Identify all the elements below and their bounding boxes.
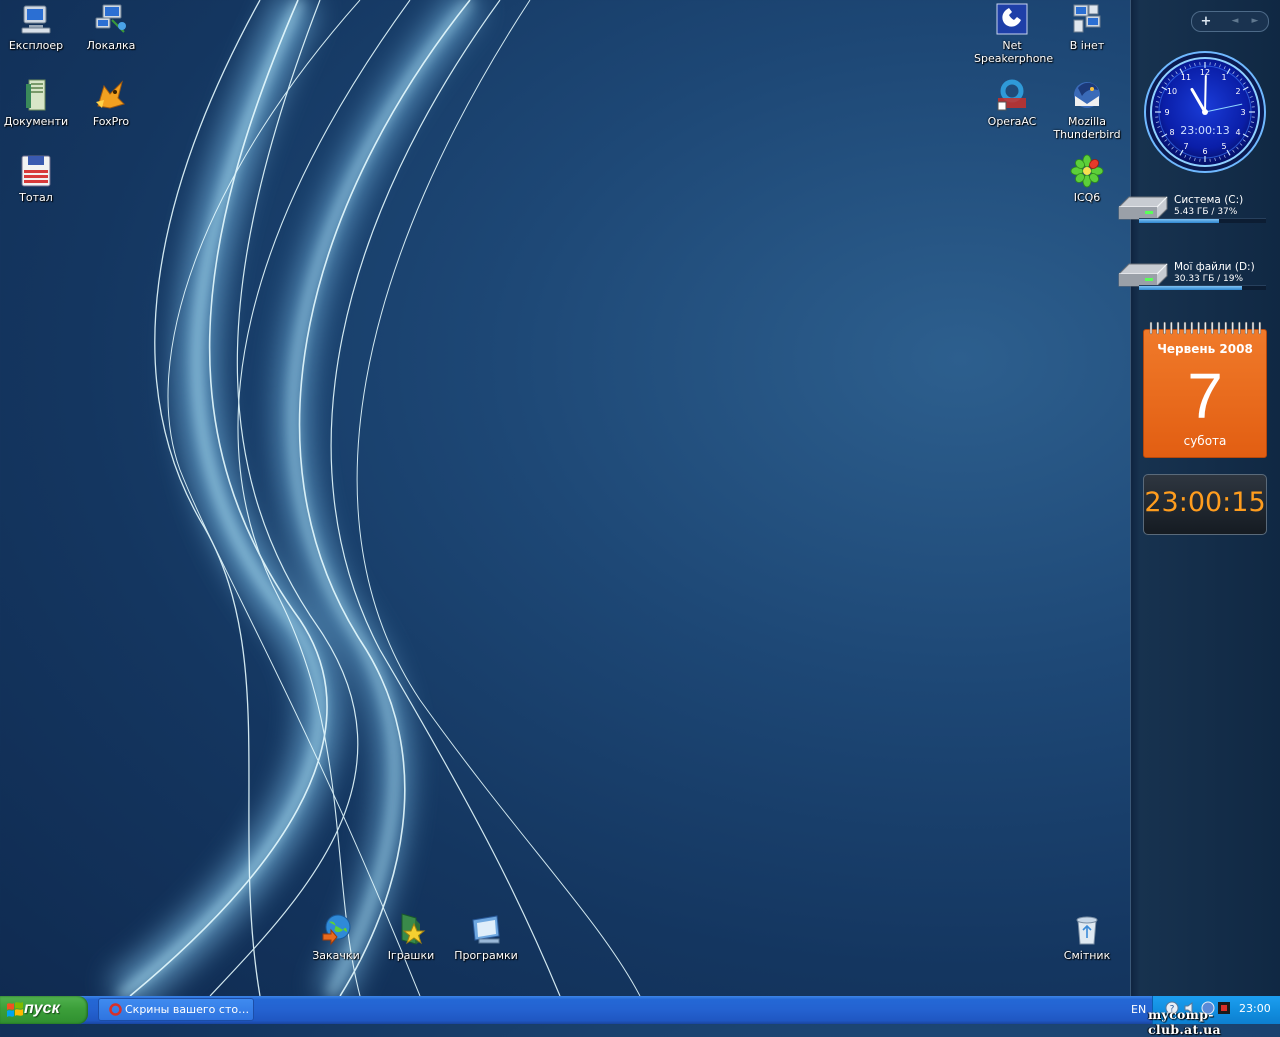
network-places-icon xyxy=(94,2,128,36)
svg-text:10: 10 xyxy=(1167,87,1177,96)
foxpro-icon xyxy=(94,78,128,112)
icon-label: ICQ6 xyxy=(1049,191,1125,204)
clock-digital-readout: 23:00:13 xyxy=(1143,124,1267,137)
icon-label: В інет xyxy=(1049,39,1125,52)
programs-icon xyxy=(469,912,503,946)
desktop-icon-documents[interactable]: Документи xyxy=(0,78,74,128)
icon-label: Локалка xyxy=(73,39,149,52)
calendar-month-year: Червень 2008 xyxy=(1144,342,1266,356)
svg-text:6: 6 xyxy=(1202,147,1207,156)
svg-text:7: 7 xyxy=(1183,142,1188,151)
desktop-icon-programs[interactable]: Програмки xyxy=(448,912,524,962)
icon-label: Іграшки xyxy=(373,949,449,962)
phone-icon xyxy=(995,2,1029,36)
desktop-icon-operaac[interactable]: OperaAC xyxy=(974,78,1050,128)
icon-label: Документи xyxy=(0,115,74,128)
games-folder-icon xyxy=(394,912,428,946)
icon-label: OperaAC xyxy=(974,115,1050,128)
digital-clock-gadget[interactable]: 23:00:15 xyxy=(1143,474,1267,535)
icon-label: Експлоер xyxy=(0,39,74,52)
svg-text:9: 9 xyxy=(1164,108,1169,117)
previous-gadgets-button[interactable]: ◄ xyxy=(1226,12,1244,31)
taskbar-window-button[interactable]: Скрины вашего сто… xyxy=(98,998,254,1021)
minute-hand xyxy=(1205,76,1206,112)
wallpaper xyxy=(0,0,1130,996)
icon-label: Net Speakerphone xyxy=(974,39,1050,65)
opera-icon xyxy=(995,78,1029,112)
calendar-gadget[interactable]: Червень 2008 7 субота xyxy=(1143,321,1267,458)
my-computer-icon xyxy=(19,2,53,36)
sidebar-controls: + ◄ ► xyxy=(1191,11,1269,32)
svg-text:11: 11 xyxy=(1181,73,1191,82)
desktop-icon-total[interactable]: Тотал xyxy=(0,154,74,204)
drive-usage-bar xyxy=(1139,218,1266,223)
desktop-icon-icq6[interactable]: ICQ6 xyxy=(1049,154,1125,204)
add-gadget-button[interactable]: + xyxy=(1192,12,1220,31)
icon-label: Тотал xyxy=(0,191,74,204)
calendar-binder-rings xyxy=(1147,321,1263,335)
hard-drive-icon xyxy=(1115,260,1169,288)
svg-text:2: 2 xyxy=(1235,87,1240,96)
drive-usage-fill xyxy=(1139,219,1219,223)
drive-name: Мої файли (D:) xyxy=(1174,261,1255,273)
opera-icon xyxy=(109,1003,122,1016)
desktop-icon-thunderbird[interactable]: Mozilla Thunderbird xyxy=(1049,78,1125,141)
svg-text:1: 1 xyxy=(1221,73,1226,82)
language-indicator[interactable]: EN xyxy=(1131,1003,1146,1016)
desktop-icon-net-speakerphone[interactable]: Net Speakerphone xyxy=(974,2,1050,65)
desktop-icon-internet[interactable]: В інет xyxy=(1049,2,1125,52)
drive-usage: 5.43 ГБ / 37% xyxy=(1174,207,1237,217)
hard-drive-icon xyxy=(1115,193,1169,221)
recycle-bin-icon xyxy=(1070,912,1104,946)
calendar-weekday: субота xyxy=(1144,434,1266,448)
analog-clock-face: 1212 345 678 91011 xyxy=(1143,50,1267,174)
internet-connection-icon xyxy=(1070,2,1104,36)
taskbar: пуск Скрины вашего сто… ? 23:00 xyxy=(0,996,1280,1024)
site-watermark: mycomp-club.at.ua xyxy=(1148,1007,1280,1037)
taskbar-window-title: Скрины вашего сто… xyxy=(125,1003,251,1016)
next-gadgets-button[interactable]: ► xyxy=(1246,12,1264,31)
desktop-icon-games[interactable]: Іграшки xyxy=(373,912,449,962)
icq-flower-icon xyxy=(1070,154,1104,188)
windows-logo-icon xyxy=(6,1001,24,1019)
svg-text:3: 3 xyxy=(1240,108,1245,117)
icon-label: Програмки xyxy=(448,949,524,962)
start-button[interactable]: пуск xyxy=(0,996,88,1024)
thunderbird-icon xyxy=(1070,78,1104,112)
floppy-disk-icon xyxy=(19,154,53,188)
icon-label: Смітник xyxy=(1049,949,1125,962)
icon-label: FoxPro xyxy=(73,115,149,128)
drive-gadget-c[interactable]: Система (C:) 5.43 ГБ / 37% xyxy=(1115,191,1268,233)
desktop-icon-explorer[interactable]: Експлоер xyxy=(0,2,74,52)
clock-gadget[interactable]: 1212 345 678 91011 23:00:13 xyxy=(1143,50,1267,174)
desktop-icon-foxpro[interactable]: FoxPro xyxy=(73,78,149,128)
desktop-icon-local-network[interactable]: Локалка xyxy=(73,2,149,52)
icon-label: Mozilla Thunderbird xyxy=(1049,115,1125,141)
drive-usage: 30.33 ГБ / 19% xyxy=(1174,274,1243,284)
svg-text:5: 5 xyxy=(1221,142,1226,151)
drive-gadget-d[interactable]: Мої файли (D:) 30.33 ГБ / 19% xyxy=(1115,258,1268,300)
drive-usage-bar xyxy=(1139,285,1266,290)
drive-name: Система (C:) xyxy=(1174,194,1243,206)
calendar-page: Червень 2008 7 субота xyxy=(1143,329,1267,458)
downloads-globe-icon xyxy=(319,912,353,946)
start-label: пуск xyxy=(24,1000,60,1018)
calendar-day-number: 7 xyxy=(1144,358,1266,434)
documents-icon xyxy=(19,78,53,112)
icon-label: Закачки xyxy=(298,949,374,962)
digital-clock-time: 23:00:15 xyxy=(1144,487,1266,518)
desktop-icon-downloads[interactable]: Закачки xyxy=(298,912,374,962)
drive-usage-fill xyxy=(1139,286,1242,290)
desktop-icon-recycle-bin[interactable]: Смітник xyxy=(1049,912,1125,962)
